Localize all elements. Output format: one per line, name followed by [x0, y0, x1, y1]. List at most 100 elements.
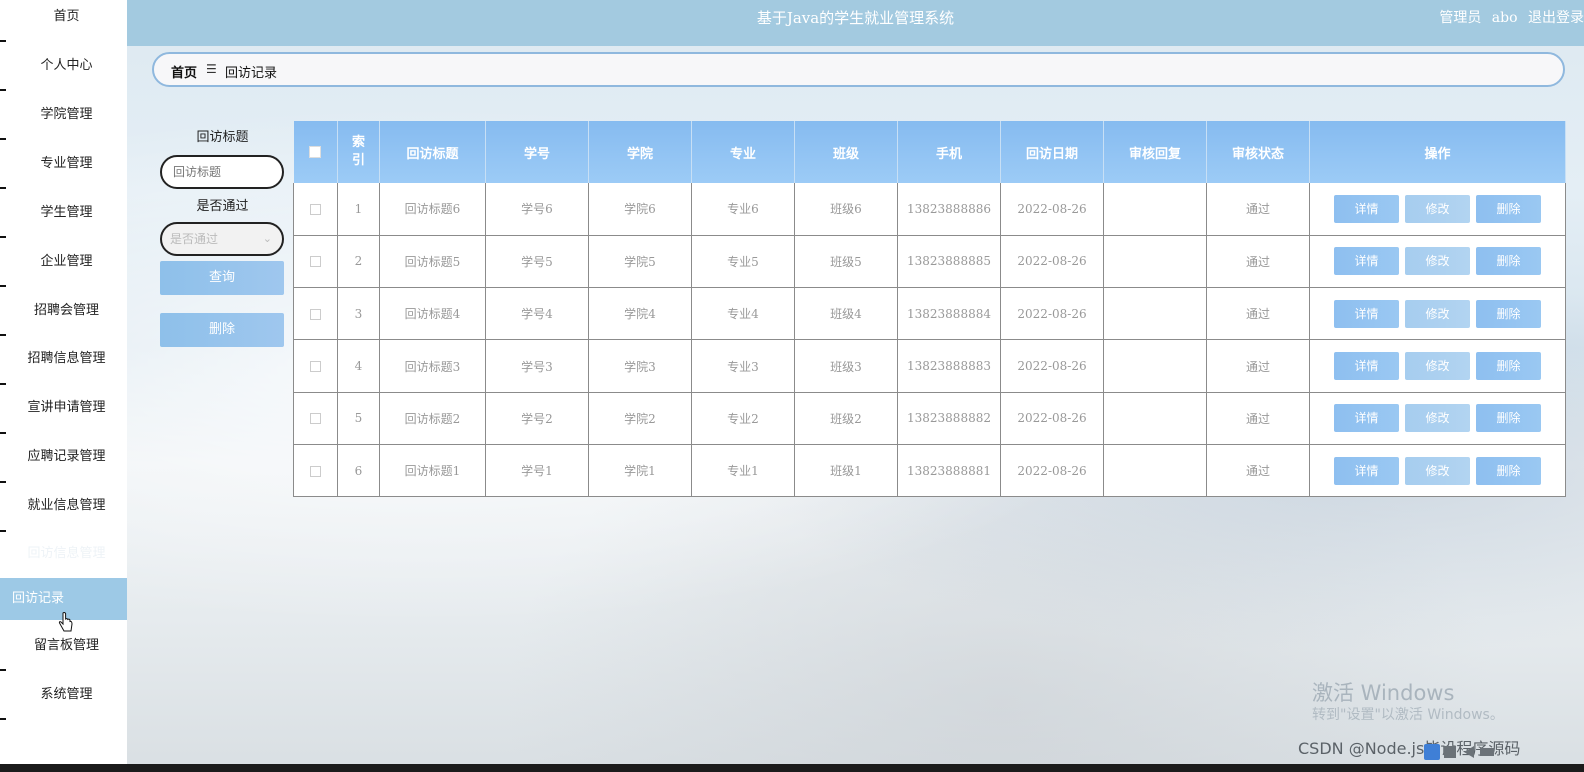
table-row: 5 回访标题2 学号2 学院2 专业2 班级2 13823888882 2022… — [293, 392, 1566, 445]
cell-date: 2022-08-26 — [1000, 183, 1104, 236]
hand-cursor-icon — [58, 612, 73, 632]
tray-icons — [1424, 744, 1494, 760]
sidebar-item-major[interactable]: 专业管理 — [6, 139, 127, 188]
row-checkbox[interactable] — [310, 413, 321, 425]
sidebar-item-recruit-info[interactable]: 招聘信息管理 — [6, 334, 127, 383]
select-all-header — [293, 121, 338, 183]
cell-title: 回访标题2 — [379, 392, 486, 445]
delete-button[interactable]: 删除 — [1476, 194, 1541, 223]
detail-button[interactable]: 详情 — [1334, 299, 1399, 328]
cell-class: 班级1 — [794, 444, 898, 498]
cell-phone: 13823888881 — [897, 444, 1001, 498]
sidebar-item-personal-center[interactable]: 个人中心 — [6, 41, 127, 90]
cell-date: 2022-08-26 — [1000, 235, 1104, 289]
delete-button[interactable]: 删除 — [1476, 247, 1541, 276]
col-status: 审核状态 — [1206, 121, 1310, 183]
col-reply: 审核回复 — [1103, 121, 1207, 183]
chevron-down-icon: ⌄ — [262, 232, 272, 245]
cell-actions: 详情 修改 删除 — [1309, 444, 1566, 498]
edit-button[interactable]: 修改 — [1405, 456, 1470, 485]
cell-date: 2022-08-26 — [1000, 444, 1104, 498]
sidebar-item-system[interactable]: 系统管理 — [6, 670, 127, 719]
cell-title: 回访标题3 — [379, 339, 486, 393]
sidebar-item-company[interactable]: 企业管理 — [6, 237, 127, 286]
table-header-row: 索引 回访标题 学号 学院 专业 班级 手机 回访日期 审核回复 审核状态 操作 — [293, 121, 1566, 183]
pass-filter-select[interactable]: 是否通过 ⌄ — [160, 222, 284, 256]
cell-status: 通过 — [1206, 444, 1310, 498]
edit-button[interactable]: 修改 — [1405, 299, 1470, 328]
detail-button[interactable]: 详情 — [1334, 352, 1399, 381]
delete-button[interactable]: 删除 — [1476, 404, 1541, 433]
sidebar-item-home[interactable]: 首页 — [6, 0, 127, 41]
edit-button[interactable]: 修改 — [1405, 404, 1470, 433]
breadcrumb-home[interactable]: 首页 — [171, 62, 197, 81]
cell-major: 专业4 — [691, 287, 795, 341]
cell-phone: 13823888882 — [897, 392, 1001, 445]
delete-button[interactable]: 删除 — [1476, 352, 1541, 381]
cell-phone: 13823888885 — [897, 235, 1001, 289]
col-actions: 操作 — [1309, 121, 1566, 183]
delete-button[interactable]: 删除 — [1476, 456, 1541, 485]
record-table: 索引 回访标题 学号 学院 专业 班级 手机 回访日期 审核回复 审核状态 操作… — [293, 121, 1566, 498]
activation-watermark-hint: 转到"设置"以激活 Windows。 — [1312, 707, 1504, 723]
logout-link[interactable]: 退出登录 — [1528, 10, 1584, 26]
title-filter-label: 回访标题 — [196, 130, 249, 145]
cell-date: 2022-08-26 — [1000, 392, 1104, 445]
cell-status: 通过 — [1206, 287, 1310, 341]
sidebar-item-college[interactable]: 学院管理 — [6, 90, 127, 139]
row-checkbox[interactable] — [310, 256, 321, 268]
breadcrumb: 首页 ☰ 回访记录 — [152, 52, 1565, 87]
taskbar-edge — [0, 764, 1584, 772]
cell-major: 专业3 — [691, 339, 795, 393]
row-checkbox[interactable] — [310, 361, 321, 373]
col-class: 班级 — [794, 121, 898, 183]
col-index: 索引 — [337, 121, 380, 183]
cell-college: 学院6 — [588, 183, 692, 236]
cell-college: 学院4 — [588, 287, 692, 341]
cell-college: 学院5 — [588, 235, 692, 289]
cell-title: 回访标题6 — [379, 183, 486, 236]
row-checkbox[interactable] — [310, 308, 321, 320]
sidebar-item-student[interactable]: 学生管理 — [6, 188, 127, 237]
cell-student-no: 学号6 — [485, 183, 589, 236]
batch-delete-button[interactable]: 删除 — [160, 313, 284, 347]
delete-button[interactable]: 删除 — [1476, 299, 1541, 328]
cell-college: 学院2 — [588, 392, 692, 445]
sidebar-item-employment[interactable]: 就业信息管理 — [6, 481, 127, 530]
cell-college: 学院3 — [588, 339, 692, 393]
edit-button[interactable]: 修改 — [1405, 352, 1470, 381]
pass-filter-placeholder: 是否通过 — [170, 232, 219, 246]
cell-class: 班级3 — [794, 339, 898, 393]
cell-class: 班级2 — [794, 392, 898, 445]
row-checkbox-cell — [293, 392, 338, 445]
select-all-checkbox[interactable] — [309, 146, 322, 158]
sidebar-item-job-fair[interactable]: 招聘会管理 — [6, 286, 127, 335]
cell-class: 班级4 — [794, 287, 898, 341]
sidebar-item-visit-info[interactable]: 回访信息管理 — [6, 529, 127, 578]
cell-student-no: 学号1 — [485, 444, 589, 498]
detail-button[interactable]: 详情 — [1334, 247, 1399, 276]
edit-button[interactable]: 修改 — [1405, 194, 1470, 223]
cell-status: 通过 — [1206, 183, 1310, 236]
col-date: 回访日期 — [1000, 121, 1104, 183]
cell-actions: 详情 修改 删除 — [1309, 235, 1566, 289]
row-checkbox[interactable] — [310, 203, 321, 215]
cell-phone: 13823888886 — [897, 183, 1001, 236]
detail-button[interactable]: 详情 — [1334, 194, 1399, 223]
row-checkbox[interactable] — [310, 465, 321, 477]
edit-button[interactable]: 修改 — [1405, 247, 1470, 276]
cell-status: 通过 — [1206, 339, 1310, 393]
sidebar-item-presentation[interactable]: 宣讲申请管理 — [6, 383, 127, 432]
row-checkbox-cell — [293, 339, 338, 393]
sidebar-item-application[interactable]: 应聘记录管理 — [6, 432, 127, 481]
detail-button[interactable]: 详情 — [1334, 456, 1399, 485]
detail-button[interactable]: 详情 — [1334, 404, 1399, 433]
cell-title: 回访标题5 — [379, 235, 486, 289]
cell-reply — [1103, 444, 1207, 498]
cell-actions: 详情 修改 删除 — [1309, 183, 1566, 236]
query-button[interactable]: 查询 — [160, 261, 284, 295]
cell-major: 专业2 — [691, 392, 795, 445]
table-row: 4 回访标题3 学号3 学院3 专业3 班级3 13823888883 2022… — [293, 339, 1566, 393]
title-filter-input[interactable] — [160, 155, 284, 189]
cell-class: 班级5 — [794, 235, 898, 289]
